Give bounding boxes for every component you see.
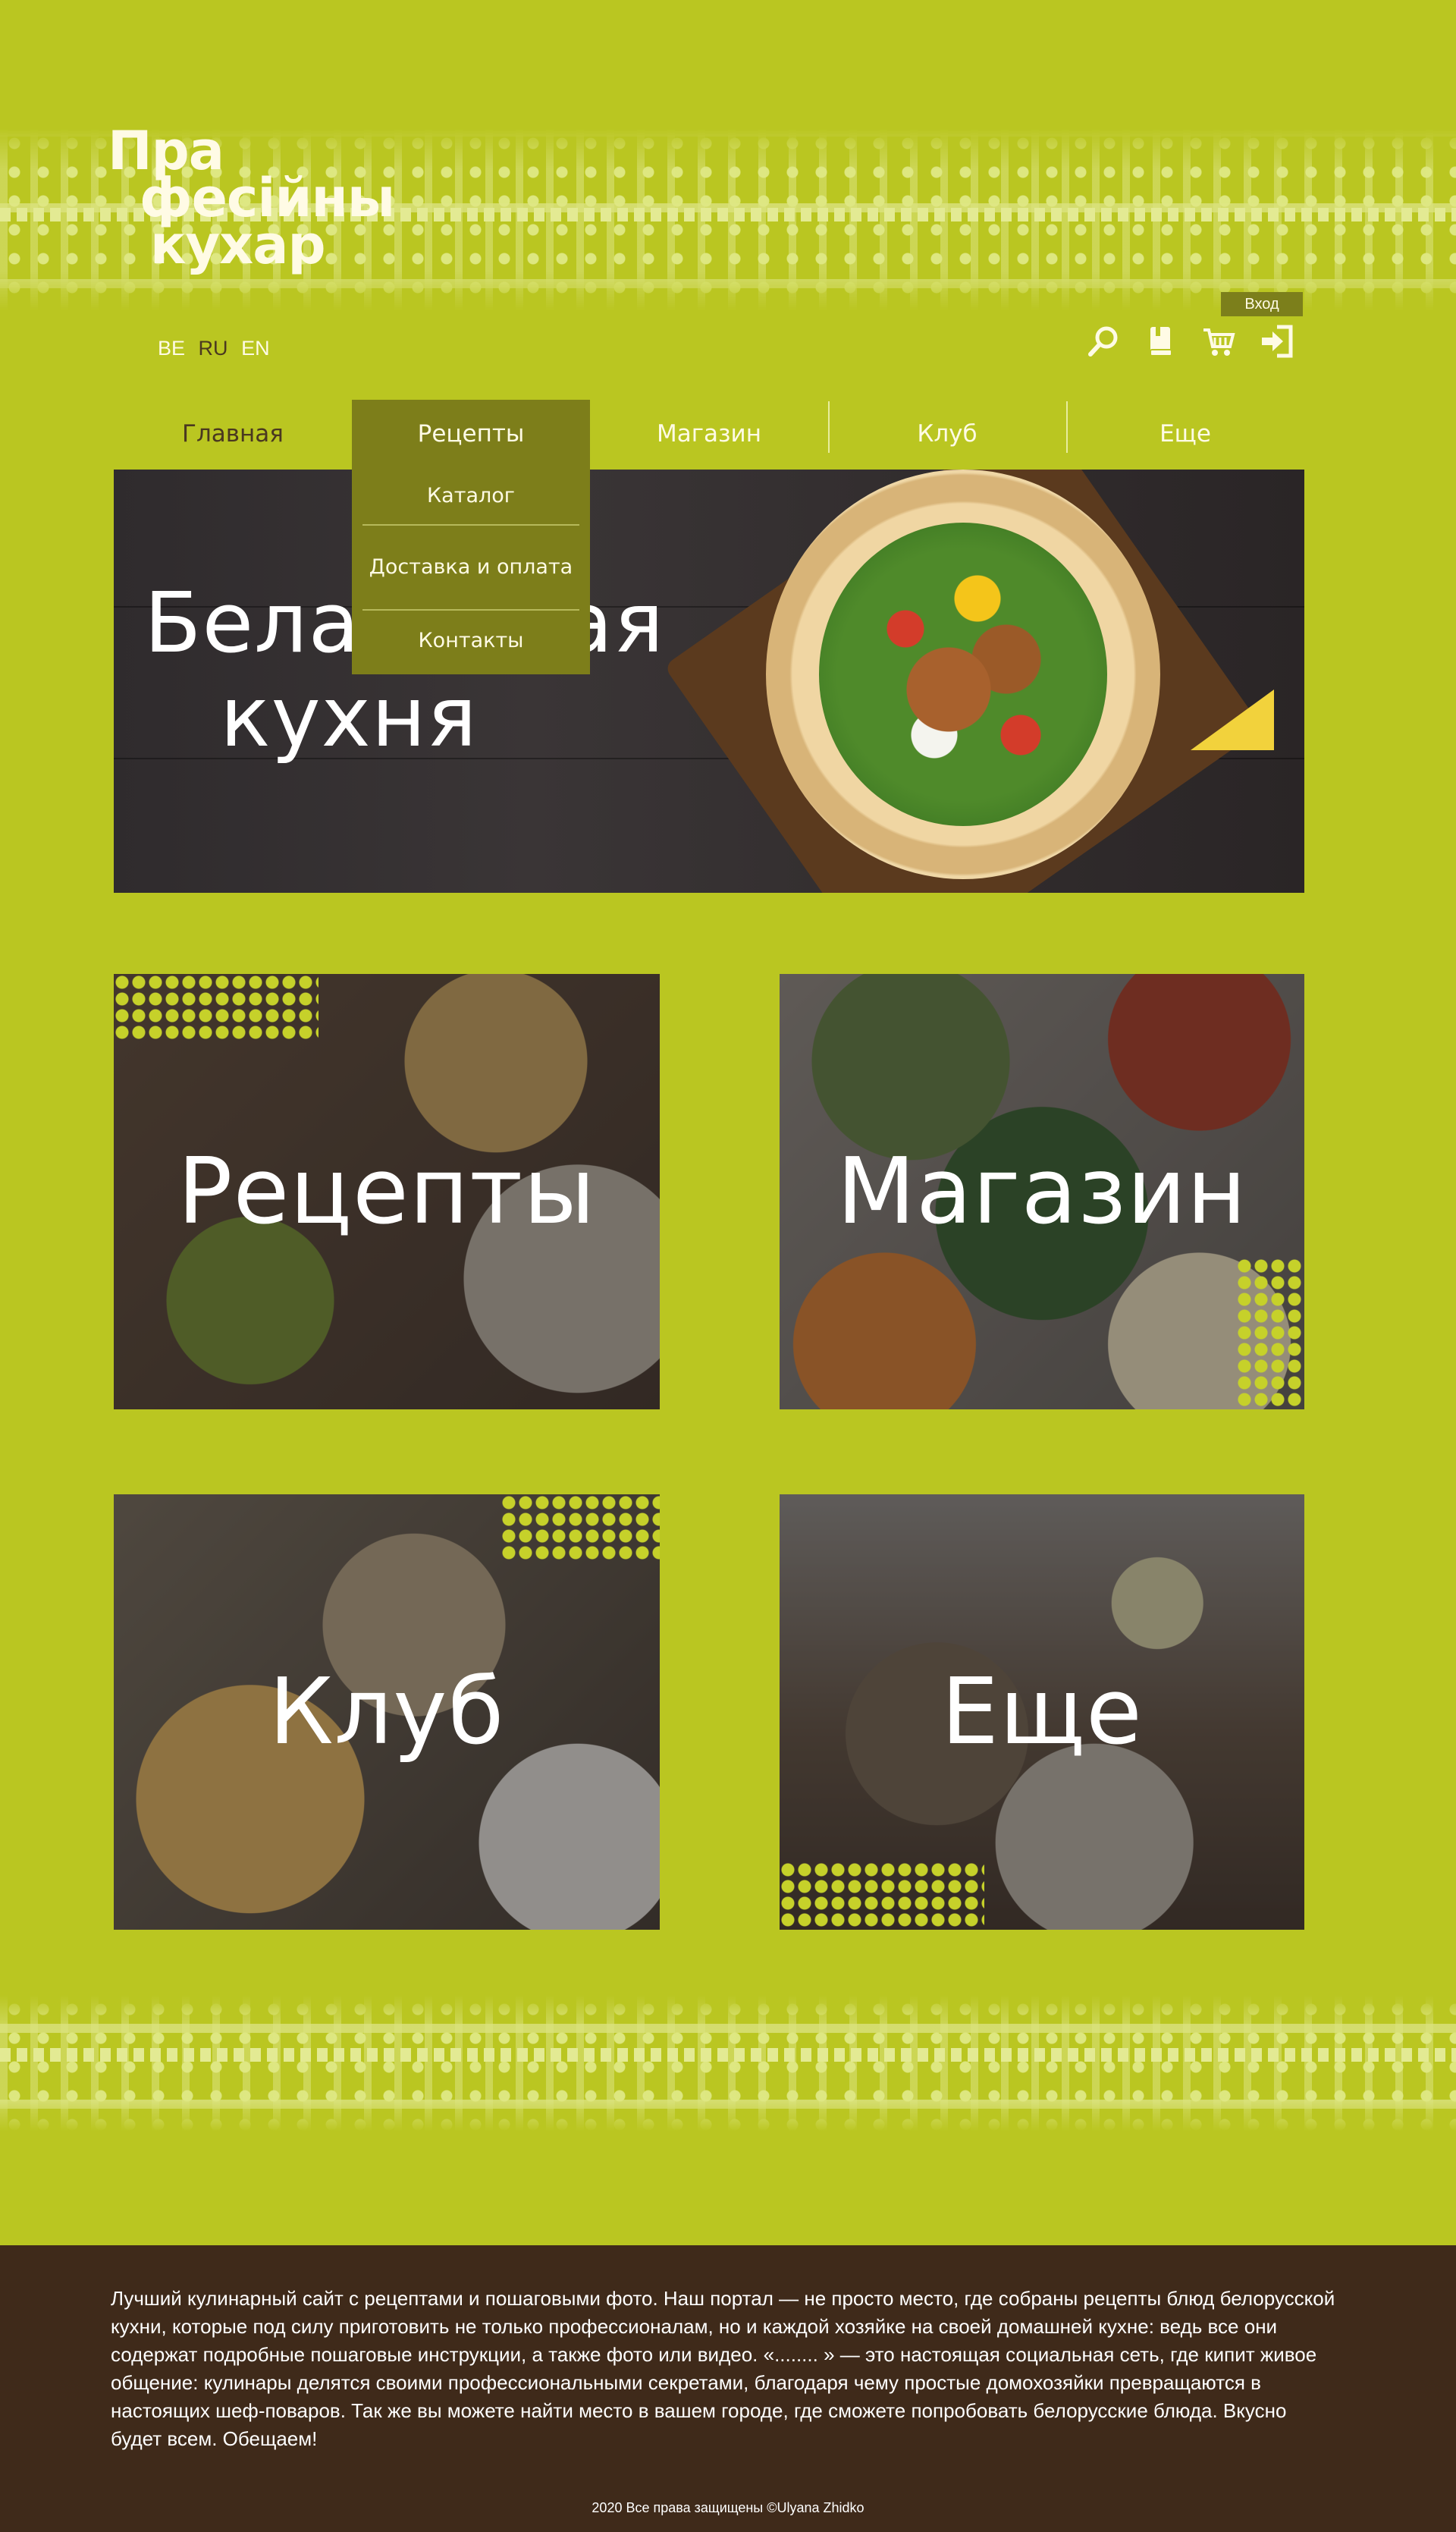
lang-en[interactable]: EN [241,337,270,360]
login-icon[interactable] [1257,322,1295,360]
copyright: 2020 Все права защищены ©Ulyana Zhidko [592,2500,864,2515]
header-icons [1084,322,1295,360]
book-icon[interactable] [1142,322,1180,360]
lang-ru[interactable]: RU [199,337,228,360]
dropdown-item-catalog[interactable]: Каталог [362,468,579,526]
ornament-band-bottom [0,1995,1456,2131]
main-nav: Главная Рецепты Магазин Клуб Еще [114,400,1304,468]
site-logo[interactable]: Пра фесійны кухар [108,124,396,272]
tile-club[interactable]: Клуб [114,1494,660,1930]
ornament-corner [500,1494,660,1563]
recipes-dropdown: Каталог Доставка и оплата Контакты [352,468,590,674]
nav-item-shop[interactable]: Магазин [590,400,828,468]
tile-label: Еще [941,1659,1143,1765]
search-icon[interactable] [1084,322,1122,360]
tile-label: Магазин [836,1139,1247,1245]
nav-label: Рецепты [417,420,525,448]
ornament-corner [1236,1258,1304,1409]
nav-label: Главная [182,420,284,448]
nav-item-club[interactable]: Клуб [828,400,1066,468]
language-switcher: BE RU EN [158,337,278,360]
login-button[interactable]: Вход [1221,292,1303,316]
tile-recipes[interactable]: Рецепты [114,974,660,1409]
dropdown-item-delivery[interactable]: Доставка и оплата [362,526,579,611]
nav-item-home[interactable]: Главная [114,400,352,468]
nav-label: Магазин [657,420,761,448]
ornament-corner [780,1861,984,1930]
ornament-corner [114,974,318,1042]
tile-shop[interactable]: Магазин [780,974,1304,1409]
tile-label: Клуб [268,1659,505,1765]
cart-icon[interactable] [1200,322,1238,360]
footer: Лучший кулинарный сайт с рецептами и пош… [0,2245,1456,2532]
tile-label: Рецепты [177,1139,596,1245]
nav-label: Клуб [917,420,977,448]
lang-be[interactable]: BE [158,337,185,360]
nav-item-more[interactable]: Еще [1066,400,1304,468]
nav-item-recipes[interactable]: Рецепты [352,400,590,468]
dropdown-item-contacts[interactable]: Контакты [362,611,579,671]
footer-description: Лучший кулинарный сайт с рецептами и пош… [111,2287,1335,2450]
nav-label: Еще [1159,420,1211,448]
hero-banner: Беларуская кухня [114,470,1304,893]
ornament-line [0,2048,1456,2062]
tile-more[interactable]: Еще [780,1494,1304,1930]
salad [819,523,1107,826]
